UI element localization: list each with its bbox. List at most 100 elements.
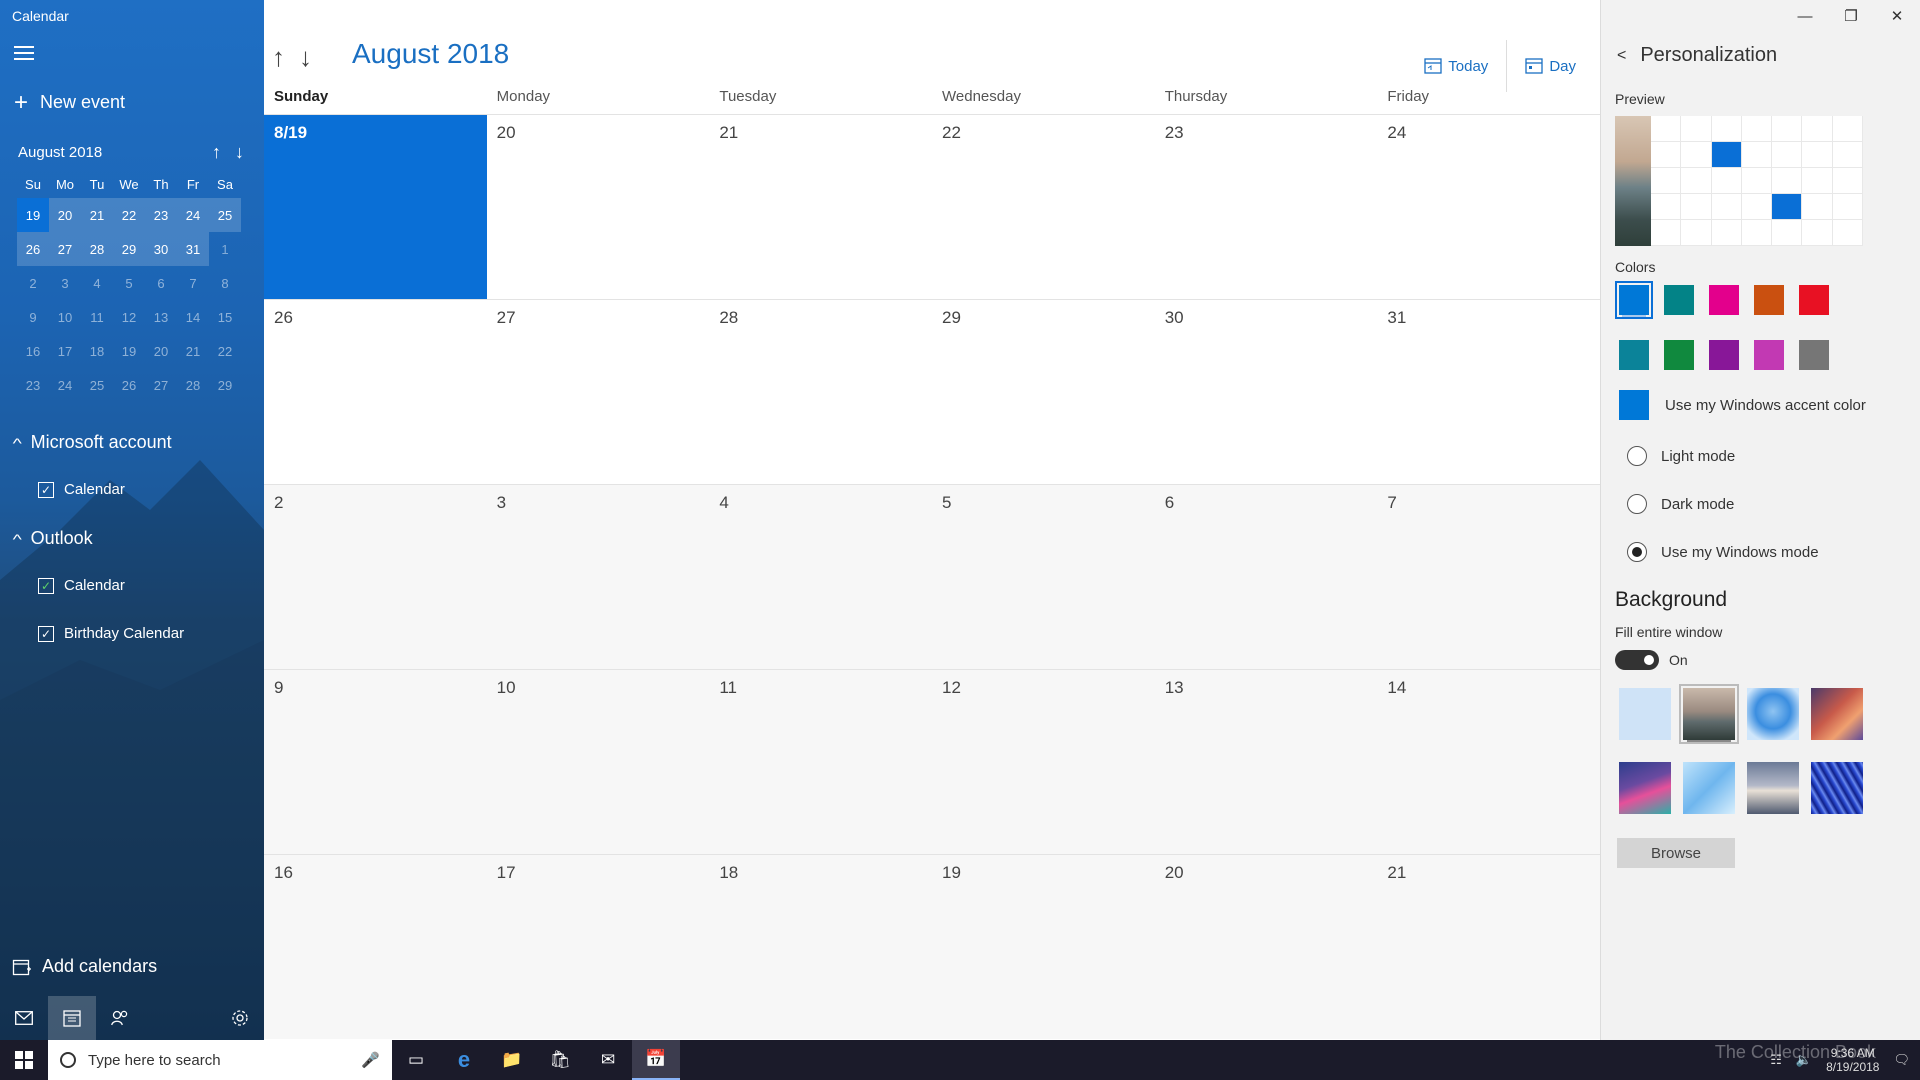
edge-browser-icon[interactable]: e [440, 1040, 488, 1080]
checkbox-checked-icon[interactable]: ✓ [38, 577, 54, 594]
mini-day[interactable]: 22 [209, 334, 241, 368]
mini-day[interactable]: 7 [177, 266, 209, 300]
mini-day[interactable]: 21 [177, 334, 209, 368]
color-swatch-teal[interactable] [1664, 285, 1694, 315]
mini-day[interactable]: 1 [209, 232, 241, 266]
mini-day[interactable]: 4 [81, 266, 113, 300]
day-cell[interactable]: 21 [1377, 855, 1601, 1039]
day-cell[interactable]: 19 [932, 855, 1155, 1039]
day-cell[interactable]: 18 [709, 855, 933, 1039]
calendar-toggle-microsoft-calendar[interactable]: ✓ Calendar [38, 481, 125, 498]
dark-mode-radio[interactable]: Dark mode [1627, 494, 1734, 514]
day-cell[interactable]: 16 [264, 855, 487, 1039]
add-calendars-button[interactable]: Add calendars [12, 956, 157, 977]
mini-day[interactable]: 31 [177, 232, 209, 266]
file-explorer-icon[interactable]: 📁 [488, 1040, 536, 1080]
mini-day-today[interactable]: 19 [17, 198, 49, 232]
mini-day[interactable]: 19 [113, 334, 145, 368]
mini-day[interactable]: 10 [49, 300, 81, 334]
background-thumb-sunset-lake[interactable] [1747, 762, 1799, 814]
day-cell[interactable]: 20 [487, 115, 710, 299]
day-cell[interactable]: 21 [709, 115, 932, 299]
mini-day[interactable]: 16 [17, 334, 49, 368]
mini-day[interactable]: 18 [81, 334, 113, 368]
mail-icon[interactable] [0, 996, 48, 1040]
day-cell[interactable]: 11 [709, 670, 933, 854]
day-cell[interactable]: 17 [486, 855, 710, 1039]
windows-start-icon[interactable] [0, 1040, 48, 1080]
mail-app-icon[interactable]: ✉ [584, 1040, 632, 1080]
mini-day[interactable]: 28 [81, 232, 113, 266]
mini-day[interactable]: 9 [17, 300, 49, 334]
mini-day[interactable]: 6 [145, 266, 177, 300]
day-cell[interactable]: 2 [264, 485, 487, 669]
day-cell[interactable]: 24 [1377, 115, 1600, 299]
calendar-icon[interactable] [48, 996, 96, 1040]
close-icon[interactable]: ✕ [1874, 0, 1920, 32]
mini-day[interactable]: 12 [113, 300, 145, 334]
day-cell[interactable]: 9 [264, 670, 487, 854]
account-outlook[interactable]: ^ Outlook [13, 528, 93, 549]
day-view-button[interactable]: Day [1515, 52, 1586, 81]
color-swatch-green[interactable] [1664, 340, 1694, 370]
color-swatch-magenta[interactable] [1754, 340, 1784, 370]
checkbox-checked-icon[interactable]: ✓ [38, 481, 54, 498]
mini-day[interactable]: 11 [81, 300, 113, 334]
day-cell-today[interactable]: 8/19 [264, 115, 487, 299]
day-cell[interactable]: 28 [709, 300, 932, 484]
color-swatch-gray[interactable] [1799, 340, 1829, 370]
mini-day[interactable]: 5 [113, 266, 145, 300]
today-button[interactable]: Today [1414, 52, 1498, 81]
light-mode-radio[interactable]: Light mode [1627, 446, 1735, 466]
mini-day[interactable]: 24 [177, 198, 209, 232]
day-cell[interactable]: 27 [487, 300, 710, 484]
color-swatch-blue[interactable] [1615, 281, 1653, 319]
mini-day[interactable]: 22 [113, 198, 145, 232]
taskbar-search-box[interactable]: Type here to search 🎤 [48, 1040, 392, 1080]
mini-day[interactable]: 15 [209, 300, 241, 334]
notification-center-icon[interactable]: 🗨 [1893, 1052, 1910, 1068]
mini-day[interactable]: 21 [81, 198, 113, 232]
day-cell[interactable]: 29 [932, 300, 1155, 484]
background-thumb-blue-lines[interactable] [1811, 762, 1863, 814]
mini-day[interactable]: 24 [49, 368, 81, 402]
day-cell[interactable]: 6 [1154, 485, 1378, 669]
account-microsoft[interactable]: ^ Microsoft account [13, 432, 172, 453]
mini-day[interactable]: 14 [177, 300, 209, 334]
mini-day[interactable]: 27 [49, 232, 81, 266]
restore-icon[interactable]: ❐ [1828, 0, 1874, 32]
mini-day[interactable]: 20 [49, 198, 81, 232]
day-cell[interactable]: 22 [932, 115, 1155, 299]
mini-day[interactable]: 29 [113, 232, 145, 266]
background-thumb-abstract-waves[interactable] [1619, 762, 1671, 814]
color-swatch-red[interactable] [1799, 285, 1829, 315]
day-cell[interactable]: 30 [1155, 300, 1378, 484]
mini-day[interactable]: 20 [145, 334, 177, 368]
previous-arrow-icon[interactable]: ↑ [272, 42, 285, 73]
mini-day[interactable]: 26 [17, 232, 49, 266]
new-event-button[interactable]: + New event [14, 90, 125, 114]
windows-accent-color-option[interactable]: Use my Windows accent color [1619, 390, 1866, 420]
previous-month-arrow-icon[interactable]: ↑ [212, 142, 221, 163]
background-thumb-light-blue[interactable] [1619, 688, 1671, 740]
mini-day[interactable]: 8 [209, 266, 241, 300]
background-thumb-blue-cloud[interactable] [1747, 688, 1799, 740]
mini-day[interactable]: 2 [17, 266, 49, 300]
mini-day[interactable]: 27 [145, 368, 177, 402]
mini-day[interactable]: 28 [177, 368, 209, 402]
day-cell[interactable]: 5 [932, 485, 1155, 669]
mini-day[interactable]: 25 [209, 198, 241, 232]
day-cell[interactable]: 4 [709, 485, 933, 669]
calendar-toggle-birthday-calendar[interactable]: ✓ Birthday Calendar [38, 625, 184, 642]
day-cell[interactable]: 10 [486, 670, 710, 854]
day-cell[interactable]: 20 [1154, 855, 1378, 1039]
mini-day[interactable]: 23 [17, 368, 49, 402]
windows-mode-radio[interactable]: Use my Windows mode [1627, 542, 1819, 562]
mini-day[interactable]: 30 [145, 232, 177, 266]
next-arrow-icon[interactable]: ↓ [299, 42, 312, 73]
day-cell[interactable]: 14 [1377, 670, 1601, 854]
mini-day[interactable]: 17 [49, 334, 81, 368]
color-swatch-purple[interactable] [1709, 340, 1739, 370]
hamburger-menu-icon[interactable] [14, 46, 34, 62]
mini-day[interactable]: 13 [145, 300, 177, 334]
